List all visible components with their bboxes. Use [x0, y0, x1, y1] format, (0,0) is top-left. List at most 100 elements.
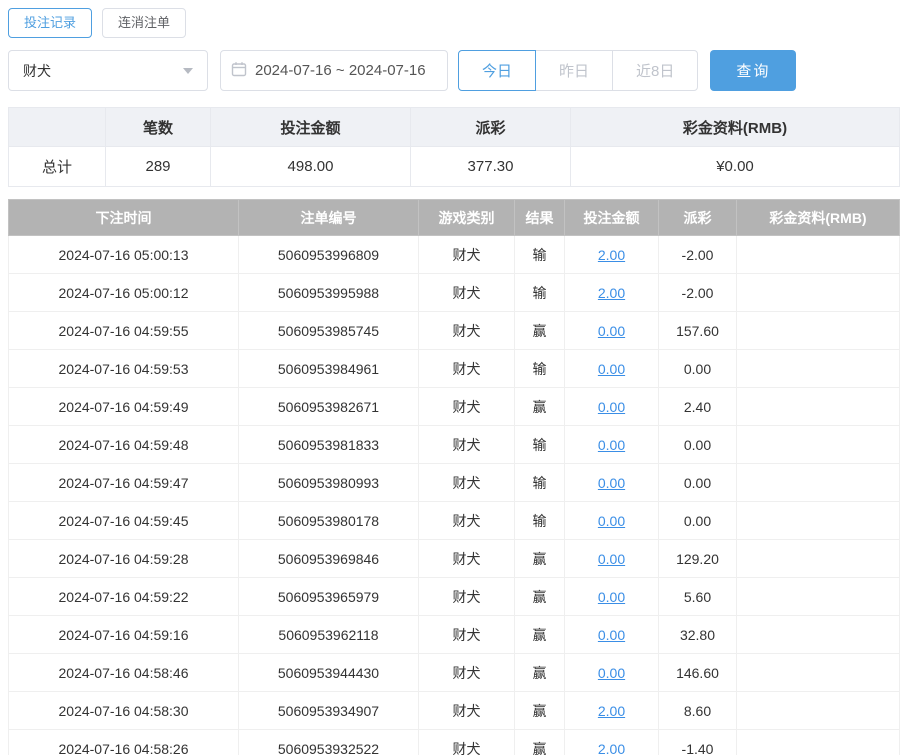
- result-cell: 输: [514, 463, 565, 502]
- result-cell: 赢: [514, 539, 565, 578]
- bet-amount-link[interactable]: 2.00: [598, 741, 625, 755]
- summary-header-count: 笔数: [105, 107, 211, 147]
- bet-time-cell: 2024-07-16 05:00:13: [8, 235, 239, 274]
- bet-amount-cell: 0.00: [564, 615, 659, 654]
- table-row: 2024-07-16 04:59:28 5060953969846 财犬 赢 0…: [8, 539, 900, 578]
- bet-time-cell: 2024-07-16 04:59:48: [8, 425, 239, 464]
- bet-amount-link[interactable]: 0.00: [598, 361, 625, 377]
- table-row: 2024-07-16 04:59:22 5060953965979 财犬 赢 0…: [8, 577, 900, 616]
- game-select-value: 财犬: [23, 62, 51, 79]
- result-cell: 赢: [514, 691, 565, 730]
- bet-time-cell: 2024-07-16 04:59:49: [8, 387, 239, 426]
- bonus-cell: [736, 577, 900, 616]
- bonus-cell: [736, 311, 900, 350]
- bonus-cell: [736, 349, 900, 388]
- result-cell: 赢: [514, 615, 565, 654]
- table-row: 2024-07-16 04:59:16 5060953962118 财犬 赢 0…: [8, 615, 900, 654]
- date-quick-buttons: 今日 昨日 近8日: [458, 50, 699, 91]
- summary-table: 笔数 投注金额 派彩 彩金资料(RMB) 总计 289 498.00 377.3…: [8, 107, 900, 187]
- summary-header-payout: 派彩: [410, 107, 571, 147]
- bet-amount-cell: 0.00: [564, 311, 659, 350]
- bonus-cell: [736, 425, 900, 464]
- table-row: 2024-07-16 04:59:45 5060953980178 财犬 输 0…: [8, 501, 900, 540]
- last-8-days-button[interactable]: 近8日: [612, 50, 699, 91]
- payout-cell: 32.80: [658, 615, 737, 654]
- bet-time-cell: 2024-07-16 04:59:53: [8, 349, 239, 388]
- bet-amount-link[interactable]: 2.00: [598, 285, 625, 301]
- header-bet-time: 下注时间: [8, 199, 239, 236]
- tab-cancelled-orders[interactable]: 连消注单: [102, 8, 187, 38]
- date-range-input[interactable]: 2024-07-16 ~ 2024-07-16: [220, 50, 448, 91]
- result-cell: 赢: [514, 311, 565, 350]
- payout-cell: 146.60: [658, 653, 737, 692]
- bet-amount-link[interactable]: 0.00: [598, 399, 625, 415]
- bet-amount-link[interactable]: 0.00: [598, 437, 625, 453]
- bet-amount-cell: 0.00: [564, 653, 659, 692]
- bet-amount-cell: 2.00: [564, 729, 659, 755]
- bonus-cell: [736, 387, 900, 426]
- search-button[interactable]: 查询: [710, 50, 797, 91]
- bonus-cell: [736, 463, 900, 502]
- game-select[interactable]: 财犬: [8, 50, 208, 91]
- yesterday-button[interactable]: 昨日: [535, 50, 614, 91]
- game-type-cell: 财犬: [418, 539, 515, 578]
- bet-amount-link[interactable]: 2.00: [598, 247, 625, 263]
- tab-bet-records[interactable]: 投注记录: [8, 8, 93, 38]
- game-type-cell: 财犬: [418, 577, 515, 616]
- bonus-cell: [736, 235, 900, 274]
- order-id-cell: 5060953980993: [238, 463, 419, 502]
- order-id-cell: 5060953934907: [238, 691, 419, 730]
- order-id-cell: 5060953982671: [238, 387, 419, 426]
- calendar-icon: [231, 61, 247, 81]
- game-type-cell: 财犬: [418, 273, 515, 312]
- payout-cell: 129.20: [658, 539, 737, 578]
- bet-time-cell: 2024-07-16 04:59:28: [8, 539, 239, 578]
- bet-amount-link[interactable]: 0.00: [598, 551, 625, 567]
- result-cell: 输: [514, 501, 565, 540]
- summary-total-payout: 377.30: [410, 146, 571, 187]
- bet-time-cell: 2024-07-16 04:59:47: [8, 463, 239, 502]
- result-cell: 输: [514, 349, 565, 388]
- table-row: 2024-07-16 04:59:49 5060953982671 财犬 赢 0…: [8, 387, 900, 426]
- table-row: 2024-07-16 04:59:55 5060953985745 财犬 赢 0…: [8, 311, 900, 350]
- chevron-down-icon: [183, 67, 193, 74]
- payout-cell: 157.60: [658, 311, 737, 350]
- table-row: 2024-07-16 04:59:47 5060953980993 财犬 输 0…: [8, 463, 900, 502]
- summary-header-empty: [8, 107, 106, 147]
- bet-amount-cell: 0.00: [564, 539, 659, 578]
- table-row: 2024-07-16 05:00:12 5060953995988 财犬 输 2…: [8, 273, 900, 312]
- header-bonus: 彩金资料(RMB): [736, 199, 900, 236]
- order-id-cell: 5060953996809: [238, 235, 419, 274]
- bet-time-cell: 2024-07-16 04:59:45: [8, 501, 239, 540]
- game-type-cell: 财犬: [418, 501, 515, 540]
- bet-amount-link[interactable]: 0.00: [598, 627, 625, 643]
- payout-cell: 5.60: [658, 577, 737, 616]
- summary-total-bonus: ¥0.00: [570, 146, 900, 187]
- game-type-cell: 财犬: [418, 387, 515, 426]
- table-row: 2024-07-16 04:59:53 5060953984961 财犬 输 0…: [8, 349, 900, 388]
- bet-time-cell: 2024-07-16 04:58:26: [8, 729, 239, 755]
- summary-header-row: 笔数 投注金额 派彩 彩金资料(RMB): [8, 107, 900, 147]
- result-cell: 赢: [514, 387, 565, 426]
- bet-amount-link[interactable]: 0.00: [598, 513, 625, 529]
- bet-time-cell: 2024-07-16 04:59:16: [8, 615, 239, 654]
- bonus-cell: [736, 273, 900, 312]
- bet-amount-link[interactable]: 0.00: [598, 665, 625, 681]
- game-type-cell: 财犬: [418, 425, 515, 464]
- bet-amount-link[interactable]: 0.00: [598, 475, 625, 491]
- result-cell: 赢: [514, 729, 565, 755]
- bet-amount-cell: 0.00: [564, 387, 659, 426]
- bet-time-cell: 2024-07-16 04:58:30: [8, 691, 239, 730]
- bet-amount-link[interactable]: 2.00: [598, 703, 625, 719]
- today-button[interactable]: 今日: [458, 50, 537, 91]
- bet-amount-cell: 2.00: [564, 273, 659, 312]
- bet-amount-link[interactable]: 0.00: [598, 589, 625, 605]
- game-type-cell: 财犬: [418, 729, 515, 755]
- bet-amount-link[interactable]: 0.00: [598, 323, 625, 339]
- header-payout: 派彩: [658, 199, 737, 236]
- payout-cell: -2.00: [658, 235, 737, 274]
- order-id-cell: 5060953980178: [238, 501, 419, 540]
- summary-total-bet-amount: 498.00: [210, 146, 411, 187]
- game-type-cell: 财犬: [418, 615, 515, 654]
- payout-cell: -2.00: [658, 273, 737, 312]
